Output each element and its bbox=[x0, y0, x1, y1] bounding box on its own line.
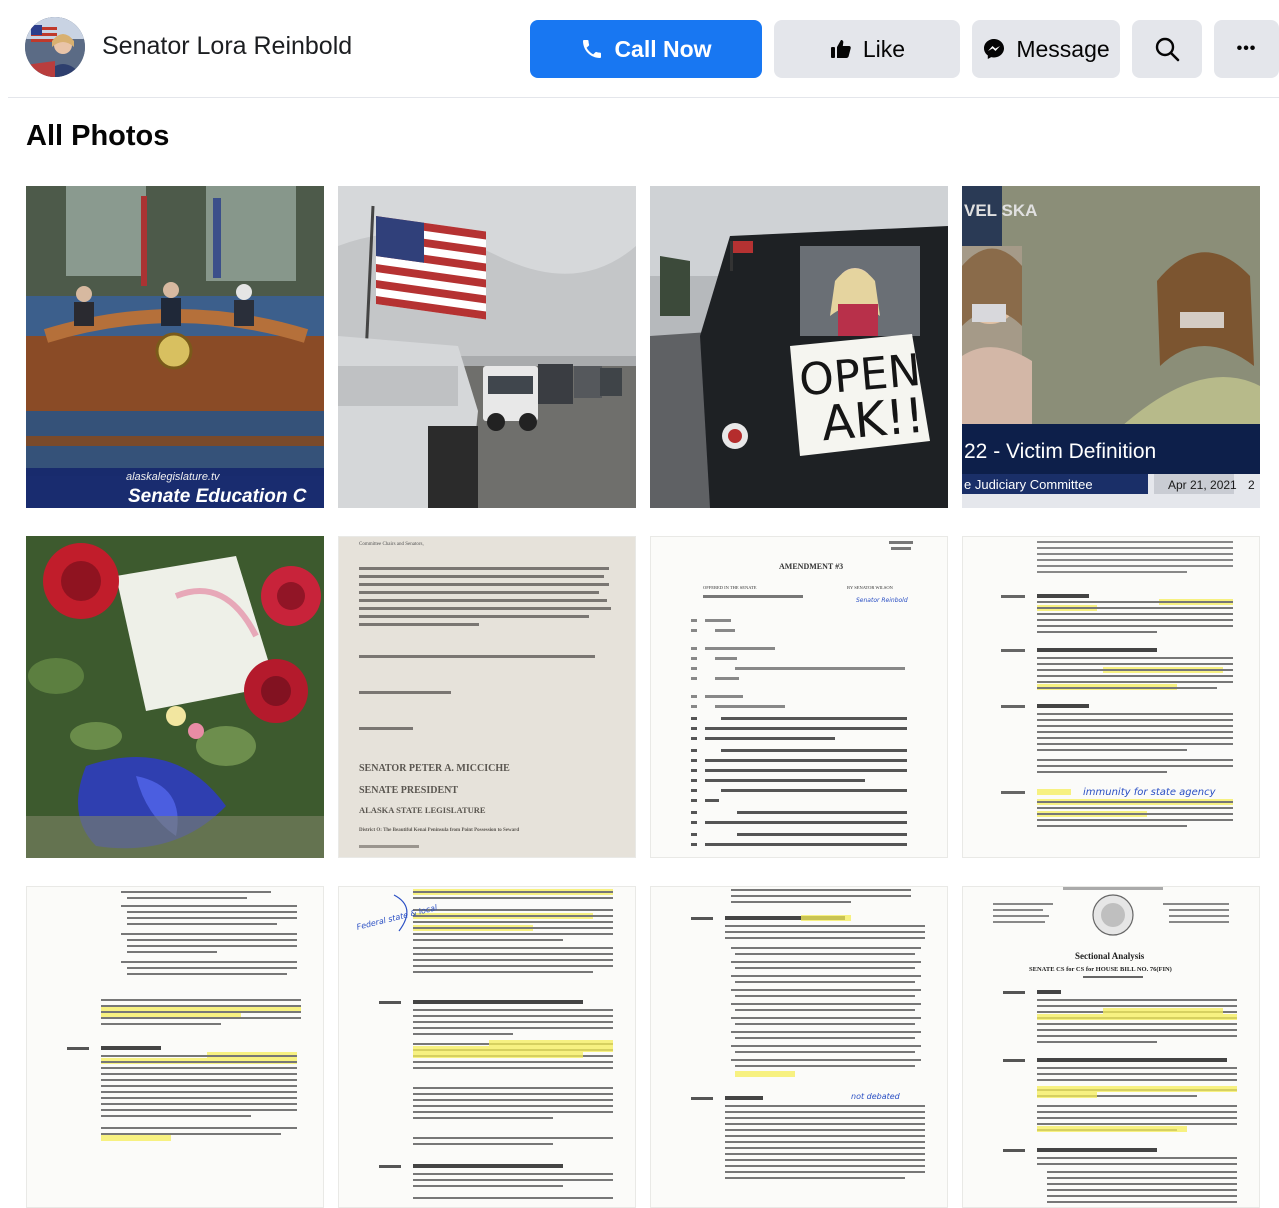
search-icon bbox=[1154, 36, 1180, 62]
committee-text: e Judiciary Committee bbox=[964, 477, 1093, 492]
sign-line-2: AK!! bbox=[819, 388, 926, 453]
page-name[interactable]: Senator Lora Reinbold bbox=[102, 32, 352, 61]
amendment-handwriting: Senator Reinbold bbox=[856, 597, 908, 604]
brand-text: VEL SKA bbox=[964, 201, 1037, 220]
photo-flower-bouquet[interactable] bbox=[26, 536, 324, 858]
broadcast-logo-text: alaskalegislature.tv bbox=[126, 471, 221, 483]
like-label: Like bbox=[862, 35, 906, 62]
photo-senate-education-hearing[interactable]: alaskalegislature.tv Senate Education C bbox=[26, 186, 324, 508]
signer-district: District O: The Beautiful Kenai Peninsul… bbox=[359, 828, 519, 833]
amendment-heading: AMENDMENT #3 bbox=[779, 562, 843, 571]
photo-bill-sections[interactable]: immunity for state agency bbox=[962, 536, 1260, 858]
thumbs-up-icon bbox=[829, 37, 853, 61]
photo-document-telehealth[interactable] bbox=[26, 886, 324, 1208]
profile-avatar[interactable] bbox=[25, 17, 85, 77]
more-options-button[interactable]: ••• bbox=[1214, 20, 1279, 78]
signer-name: SENATOR PETER A. MICCICHE bbox=[359, 763, 510, 774]
handwritten-note: immunity for state agency bbox=[1083, 787, 1217, 798]
call-now-label: Call Now bbox=[614, 35, 712, 62]
photo-document-disaster-emergency[interactable]: not debated bbox=[650, 886, 948, 1208]
photo-judiciary-committee[interactable]: VEL SKA 22 - Victim Definition e Judicia… bbox=[962, 186, 1260, 508]
signer-title: SENATE PRESIDENT bbox=[359, 785, 458, 796]
photo-micciche-letter[interactable]: Committee Chairs and Senators, SENATOR P… bbox=[338, 536, 636, 858]
analysis-title: Sectional Analysis bbox=[1075, 951, 1145, 961]
photo-open-ak-sign[interactable]: OPEN AK!! bbox=[650, 186, 948, 508]
photo-sectional-analysis[interactable]: Sectional Analysis SENATE CS for CS for … bbox=[962, 886, 1260, 1208]
video-extra: 2 bbox=[1248, 478, 1255, 492]
broadcast-caption: Senate Education C bbox=[128, 486, 307, 507]
messenger-icon bbox=[982, 37, 1006, 61]
photo-flag-truck[interactable] bbox=[338, 186, 636, 508]
photo-document-liability[interactable]: Federal state & local bbox=[338, 886, 636, 1208]
amendment-offered: OFFERED IN THE SENATE bbox=[703, 585, 757, 590]
photo-amendment-document[interactable]: AMENDMENT #3 OFFERED IN THE SENATE BY SE… bbox=[650, 536, 948, 858]
message-label: Message bbox=[1016, 35, 1110, 62]
letter-salutation: Committee Chairs and Senators, bbox=[359, 542, 424, 547]
more-icon: ••• bbox=[1236, 40, 1257, 57]
handwritten-note-2: not debated bbox=[851, 1092, 901, 1101]
search-button[interactable] bbox=[1132, 20, 1202, 78]
like-button[interactable]: Like bbox=[774, 20, 960, 78]
signer-org: ALASKA STATE LEGISLATURE bbox=[359, 805, 486, 815]
analysis-subtitle: SENATE CS for CS for HOUSE BILL NO. 76(F… bbox=[1029, 966, 1172, 973]
page-header: Senator Lora Reinbold Call Now Like Mess… bbox=[8, 0, 1279, 98]
video-date: Apr 21, 2021 bbox=[1168, 478, 1237, 492]
phone-icon bbox=[580, 37, 604, 61]
message-button[interactable]: Message bbox=[972, 20, 1120, 78]
amendment-by: BY SENATOR WILSON bbox=[847, 585, 894, 590]
section-title: All Photos bbox=[26, 120, 170, 152]
call-now-button[interactable]: Call Now bbox=[530, 20, 762, 78]
video-banner-text: 22 - Victim Definition bbox=[964, 440, 1156, 463]
